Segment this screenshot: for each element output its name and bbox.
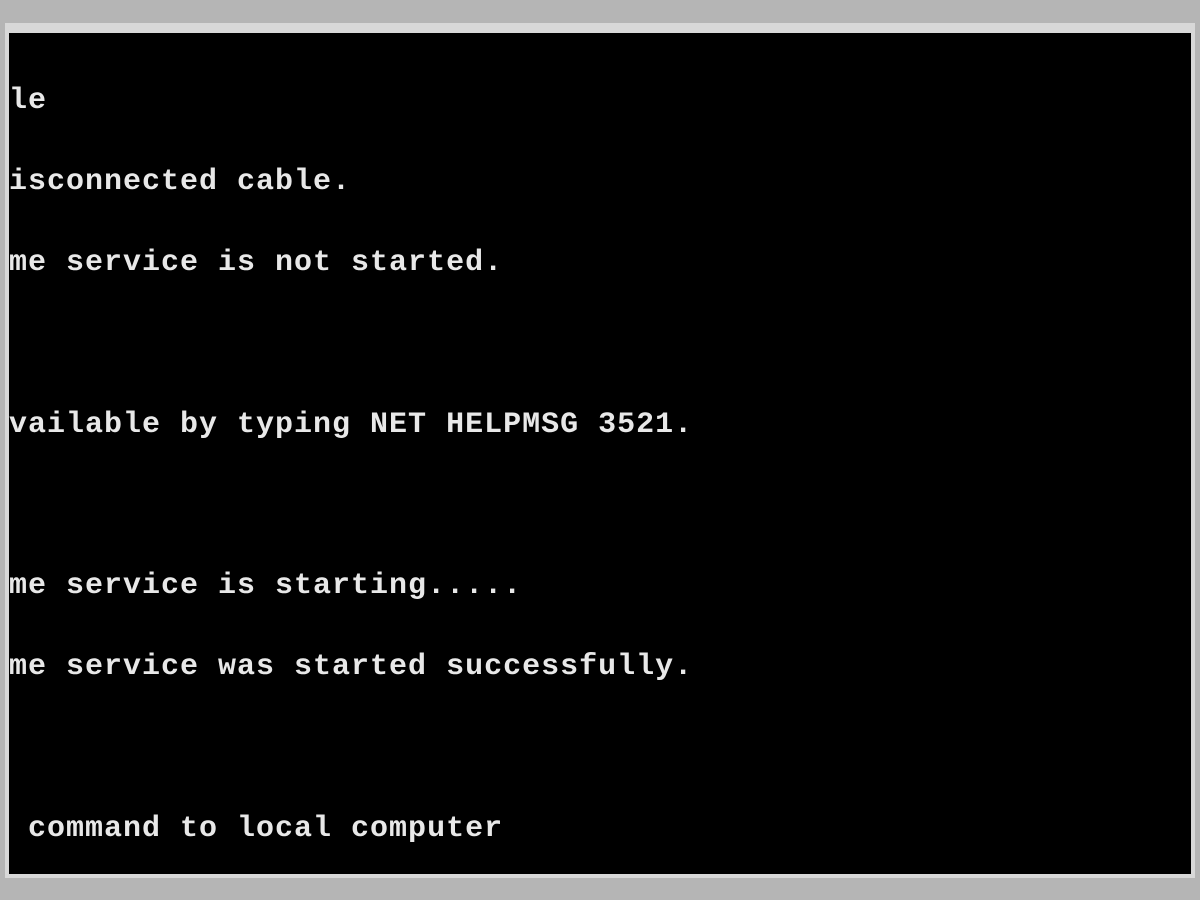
terminal-line: me service is starting..... <box>9 566 1191 607</box>
terminal-blank-line <box>9 324 1191 364</box>
terminal-line: me service was started successfully. <box>9 647 1191 688</box>
terminal-line: vailable by typing NET HELPMSG 3521. <box>9 405 1191 446</box>
terminal-blank-line <box>9 486 1191 526</box>
terminal-line: le <box>9 81 1191 122</box>
terminal-line: me service is not started. <box>9 243 1191 284</box>
terminal-output: le isconnected cable. me service is not … <box>9 33 1191 878</box>
terminal-window[interactable]: le isconnected cable. me service is not … <box>5 23 1195 878</box>
terminal-blank-line <box>9 728 1191 768</box>
terminal-line: command to local computer <box>9 809 1191 850</box>
terminal-line: isconnected cable. <box>9 162 1191 203</box>
